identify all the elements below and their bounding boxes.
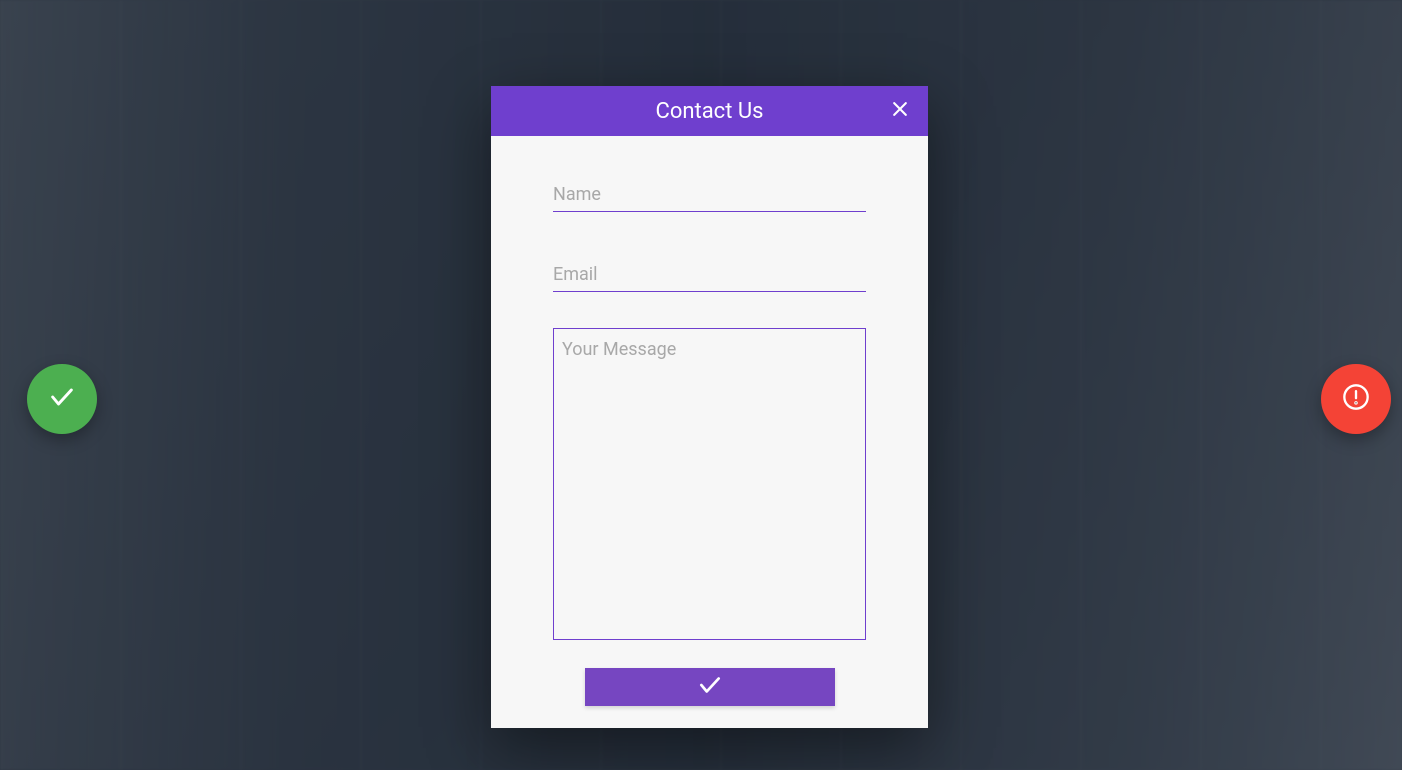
modal-header: Contact Us [491,86,928,136]
contact-modal: Contact Us [491,86,928,728]
success-fab-button[interactable] [27,364,97,434]
modal-title: Contact Us [656,99,764,124]
name-field-group [553,178,866,212]
close-icon [890,99,910,123]
email-field-group [553,258,866,292]
alert-circle-icon [1342,383,1370,415]
message-field-group [553,328,866,644]
check-icon [48,383,76,415]
check-icon [697,672,723,702]
close-button[interactable] [886,97,914,125]
modal-body [491,136,928,728]
message-textarea[interactable] [553,328,866,640]
submit-button[interactable] [585,668,835,706]
email-input[interactable] [553,258,866,292]
name-input[interactable] [553,178,866,212]
error-fab-button[interactable] [1321,364,1391,434]
